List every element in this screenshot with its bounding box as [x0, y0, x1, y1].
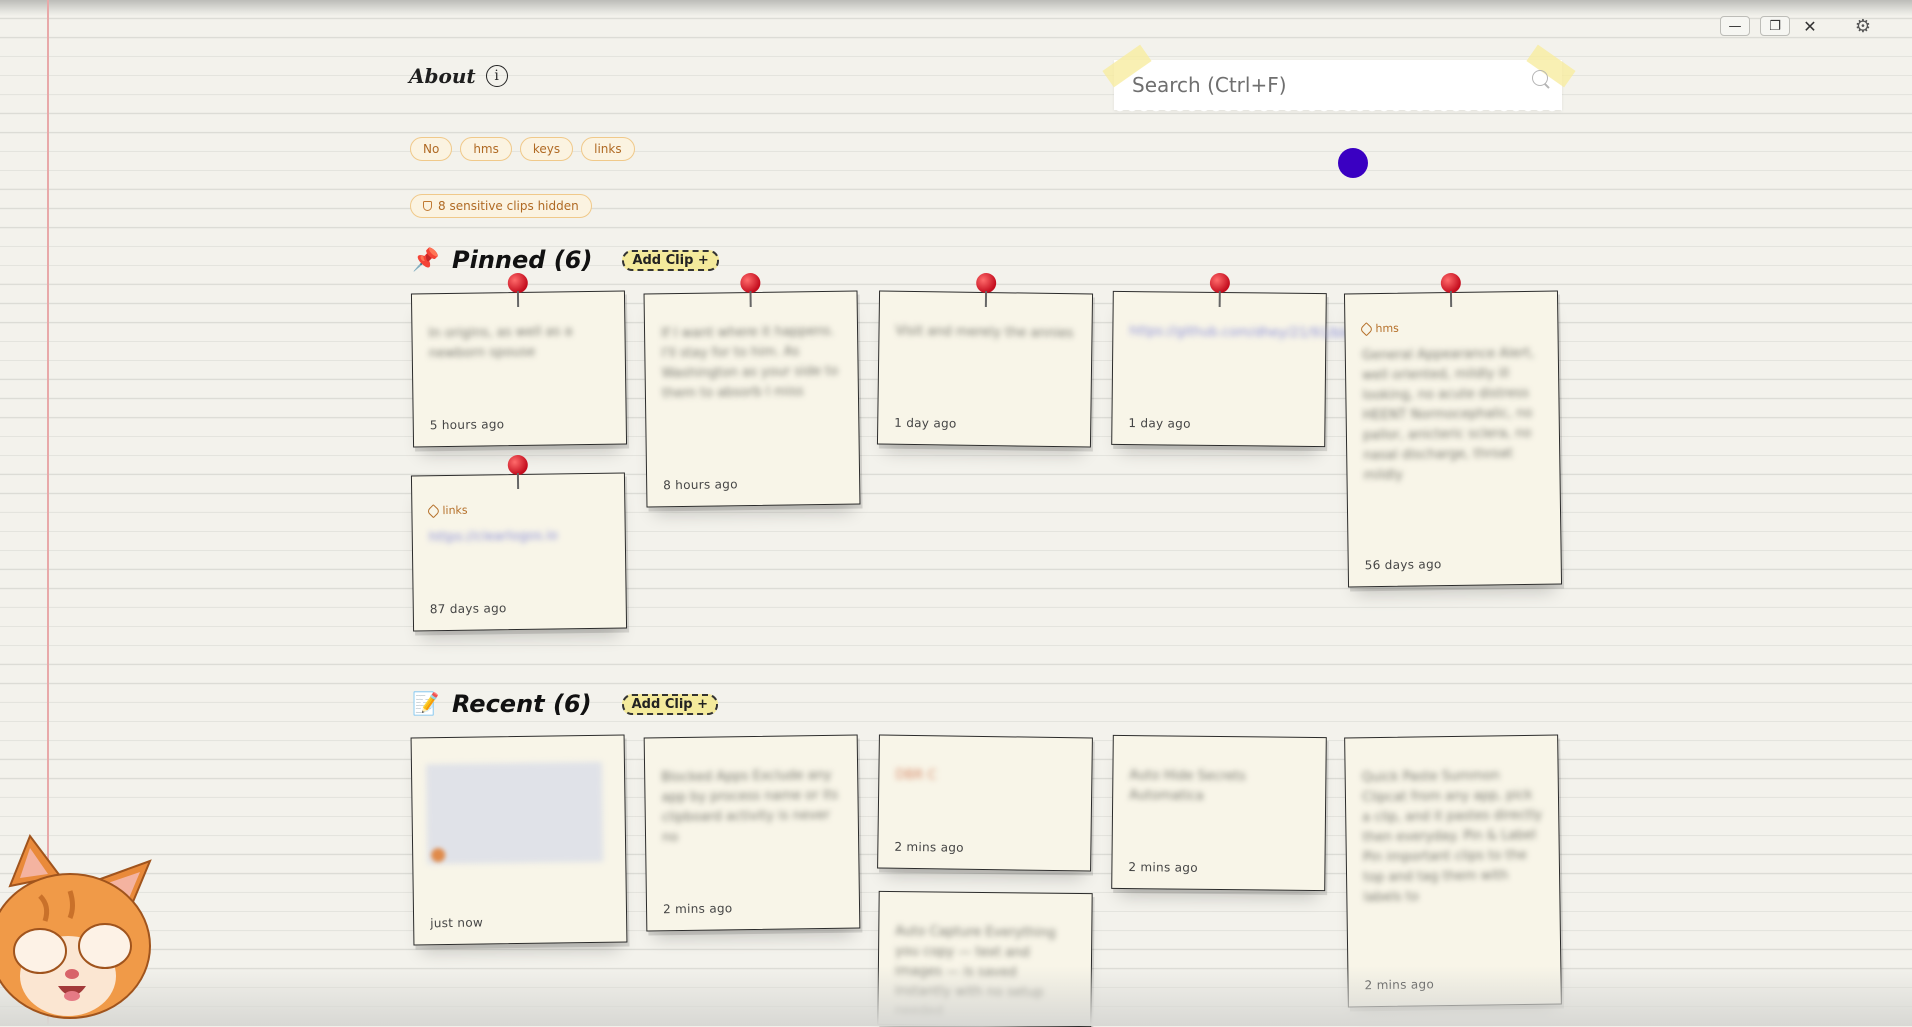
clip-text: Auto Capture Everything you copy — text …	[894, 924, 1056, 1020]
tag-filter-hms[interactable]: hms	[460, 137, 512, 161]
recent-section-header: 📝 Recent (6) Add Clip +	[412, 690, 718, 718]
maximize-button[interactable]: ❐	[1760, 16, 1790, 36]
search-icon[interactable]	[1532, 70, 1548, 86]
about-link[interactable]: About i	[409, 64, 508, 88]
tag-filter-keys[interactable]: keys	[519, 137, 574, 161]
image-clip-thumbnail	[425, 761, 604, 865]
clip-card[interactable]: Auto Capture Everything you copy — text …	[877, 890, 1093, 1027]
memo-icon: 📝	[412, 691, 440, 717]
tag-filter-links[interactable]: links	[581, 137, 635, 161]
gear-icon: ⚙	[1854, 15, 1872, 37]
close-button[interactable]: ✕	[1795, 16, 1825, 36]
clip-card[interactable]: DBR C 2 mins ago	[877, 734, 1093, 872]
clip-tag: links	[426, 503, 468, 518]
minimize-icon: —	[1728, 18, 1742, 34]
sensitive-label: 8 sensitive clips hidden	[438, 199, 579, 213]
clip-timestamp: 2 mins ago	[894, 839, 964, 855]
tag-icon	[1359, 321, 1374, 336]
clip-text: https://clearlogos.io	[428, 528, 558, 546]
settings-button[interactable]: ⚙	[1848, 15, 1878, 37]
pushpin-icon: 📌	[412, 247, 440, 273]
pin-icon	[738, 272, 763, 313]
clip-text: If I want where it happens. I'll stay fo…	[660, 323, 839, 402]
pinned-title: Pinned (6)	[452, 246, 593, 274]
about-label: About	[409, 64, 476, 88]
pinned-section-header: 📌 Pinned (6) Add Clip +	[412, 246, 719, 274]
clip-text: General Appearance Alert, well oriented,…	[1361, 345, 1535, 484]
clip-text: https://github.com/dhey/21/91/blob/maste…	[1129, 324, 1448, 343]
pin-icon	[506, 454, 531, 495]
clip-card[interactable]: If I want where it happens. I'll stay fo…	[643, 272, 861, 508]
sensitive-clips-badge[interactable]: 8 sensitive clips hidden	[410, 194, 592, 218]
search-box	[1102, 44, 1576, 114]
pin-icon	[506, 272, 531, 313]
clip-text: DBR C	[895, 767, 937, 784]
title-bar	[0, 0, 1912, 16]
clip-text: In origins, as well as a newborn spouse	[428, 324, 573, 362]
clip-card[interactable]: Quick Paste Summon Clipcat from any app,…	[1344, 734, 1562, 1008]
clip-card[interactable]: Blocked Apps Exclude any app by process …	[643, 734, 861, 932]
clip-timestamp: 56 days ago	[1364, 557, 1442, 573]
tag-filter-no[interactable]: No	[410, 137, 453, 161]
clip-card[interactable]: Auto Hide Secrets Automatica 2 mins ago	[1111, 734, 1327, 892]
torn-edge	[1114, 106, 1562, 114]
cat-mascot-image	[0, 833, 152, 1019]
clip-timestamp: 2 mins ago	[1364, 977, 1435, 993]
tag-filter-bar: No hms keys links	[410, 137, 635, 161]
cursor-indicator	[1338, 148, 1368, 178]
search-input[interactable]	[1130, 60, 1514, 110]
clip-card[interactable]: just now	[410, 734, 628, 946]
close-icon: ✕	[1803, 16, 1817, 36]
clip-timestamp: 5 hours ago	[429, 417, 505, 433]
clip-card[interactable]: links https://clearlogos.io 87 days ago	[410, 454, 628, 632]
clip-card[interactable]: https://github.com/dhey/21/91/blob/maste…	[1111, 272, 1448, 448]
clip-card[interactable]: In origins, as well as a newborn spouse …	[410, 272, 628, 448]
clip-timestamp: 87 days ago	[429, 601, 507, 617]
clip-timestamp: 8 hours ago	[663, 477, 738, 493]
add-clip-button[interactable]: Add Clip +	[621, 693, 718, 715]
clip-text: Visit and merely the annies	[895, 323, 1074, 342]
minimize-button[interactable]: —	[1720, 16, 1750, 36]
clip-tag-label: links	[442, 503, 468, 518]
clip-tag: hms	[1359, 321, 1399, 336]
clip-tag-label: hms	[1375, 321, 1399, 336]
clip-timestamp: 1 day ago	[894, 415, 957, 431]
clip-timestamp: just now	[430, 915, 484, 931]
pin-icon	[1208, 272, 1232, 313]
recent-title: Recent (6)	[452, 690, 592, 718]
clip-text: Auto Hide Secrets Automatica	[1129, 768, 1246, 804]
maximize-icon: ❐	[1769, 18, 1781, 34]
clip-card[interactable]: Visit and merely the annies 1 day ago	[876, 272, 1094, 448]
clip-card[interactable]: hms General Appearance Alert, well orien…	[1343, 272, 1563, 588]
clip-text: Blocked Apps Exclude any app by process …	[661, 767, 839, 846]
add-clip-button[interactable]: Add Clip +	[622, 249, 719, 271]
image-clip-marker	[431, 848, 446, 863]
pin-icon	[974, 272, 999, 313]
clip-timestamp: 1 day ago	[1128, 416, 1191, 431]
shield-icon	[423, 201, 432, 211]
clip-text: Quick Paste Summon Clipcat from any app,…	[1361, 768, 1543, 906]
tag-icon	[426, 503, 441, 518]
clip-timestamp: 2 mins ago	[1128, 860, 1198, 875]
clip-timestamp: 2 mins ago	[662, 901, 733, 917]
pin-icon	[1439, 272, 1464, 313]
info-icon[interactable]: i	[485, 65, 508, 87]
